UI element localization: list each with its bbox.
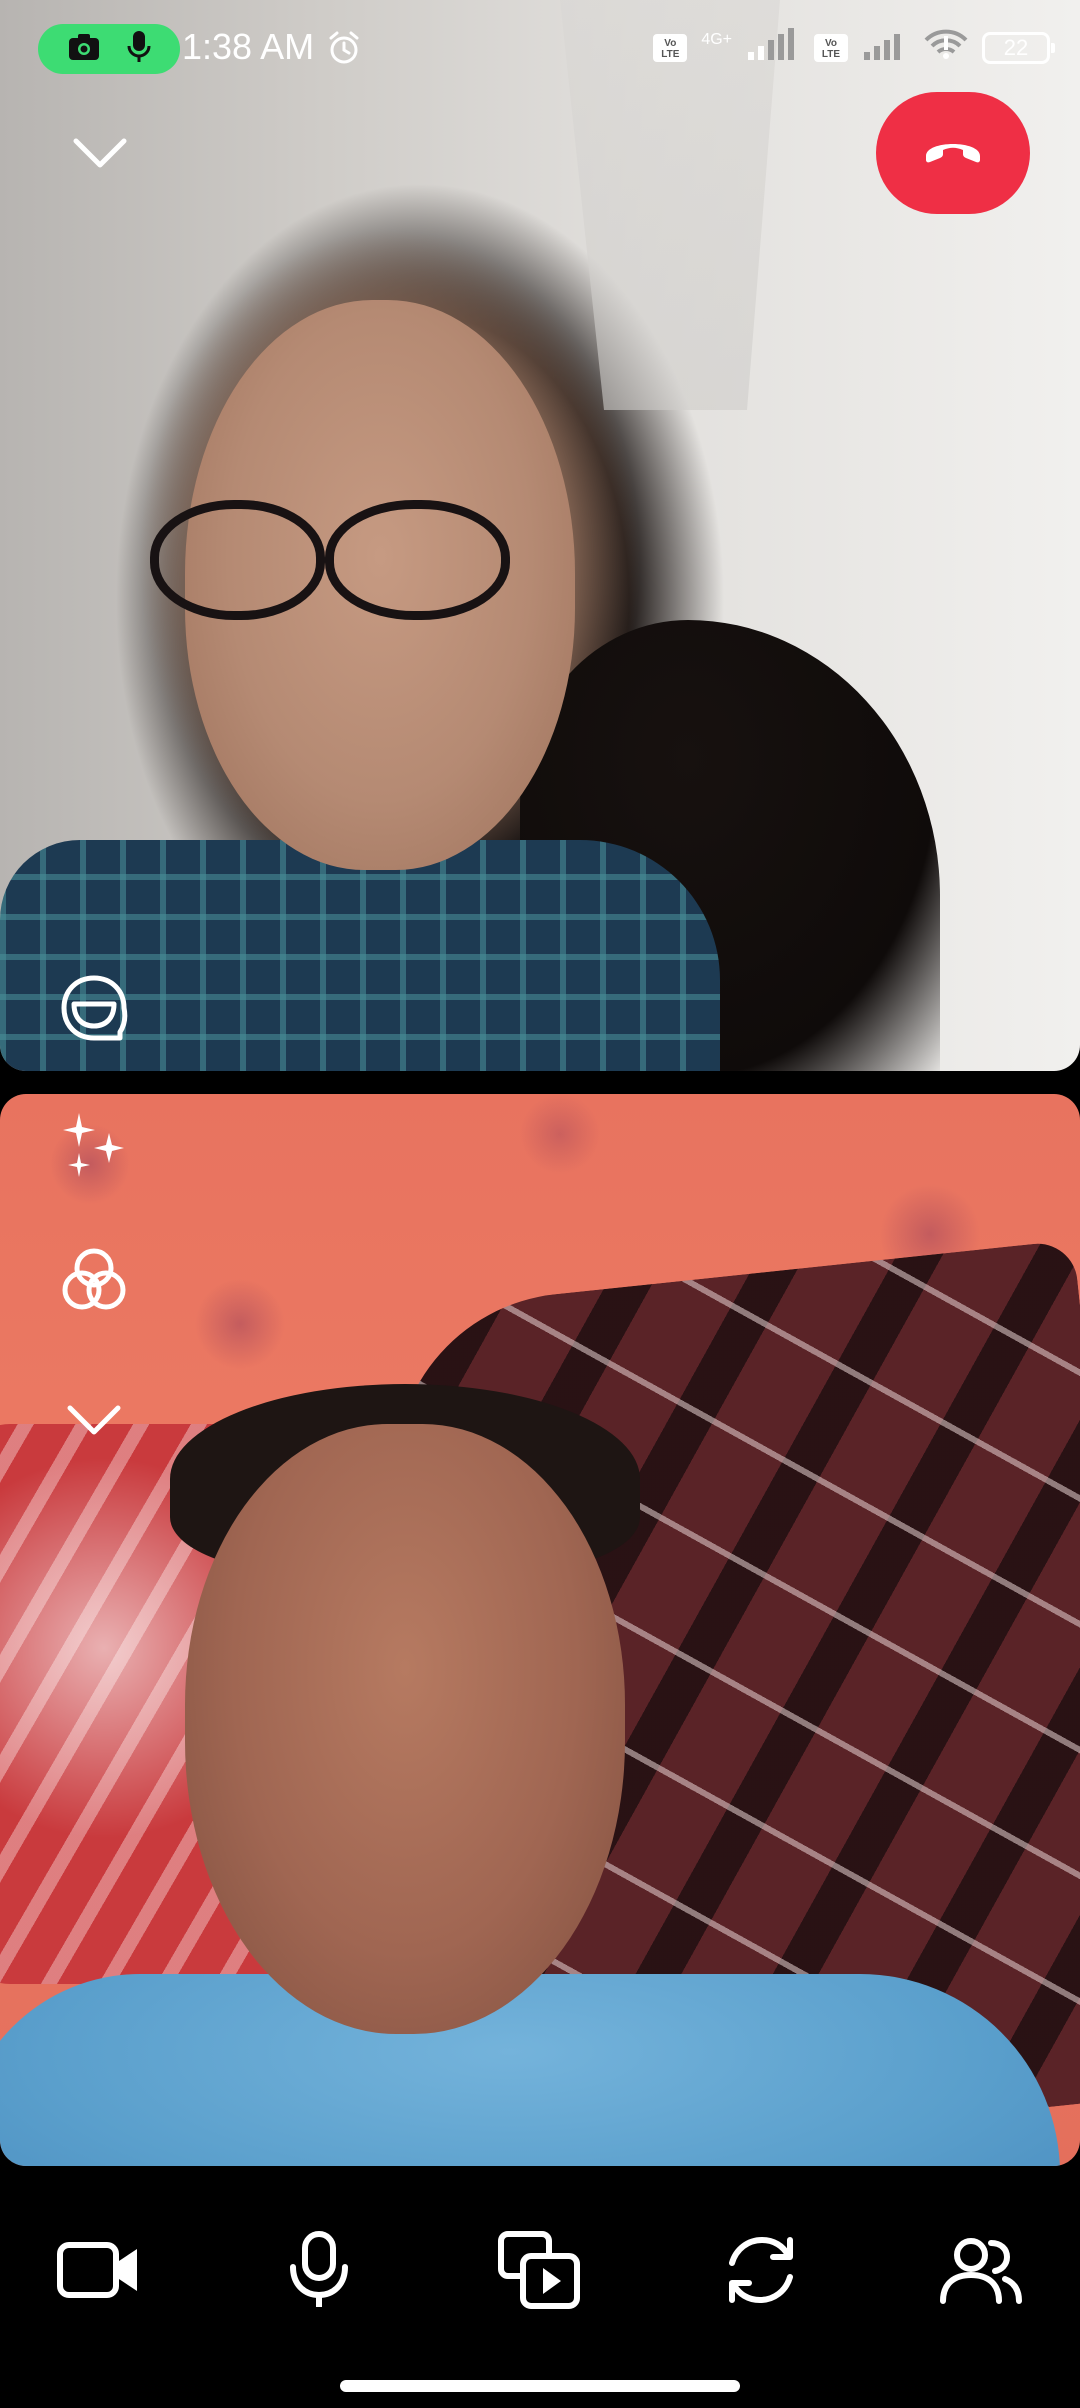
- status-icons: Vo LTE 4G+ Vo LTE 22: [653, 28, 1055, 67]
- local-video-feed[interactable]: [0, 1094, 1080, 2166]
- local-shirt: [0, 1974, 1060, 2166]
- call-toolbar: [0, 2166, 1080, 2408]
- share-media-button[interactable]: [484, 2222, 594, 2322]
- filters-button[interactable]: [52, 1240, 136, 1324]
- alarm-clock-icon: [326, 30, 362, 71]
- toggle-microphone-button[interactable]: [264, 2222, 374, 2322]
- flip-camera-button[interactable]: [706, 2222, 816, 2322]
- signal-strength-icon-2: [862, 28, 910, 67]
- camera-mic-in-use-indicator[interactable]: [38, 24, 180, 74]
- volte-badge-1: Vo LTE: [653, 33, 688, 62]
- camera-icon: [67, 32, 101, 67]
- local-face: [185, 1424, 625, 2034]
- participants-button[interactable]: [926, 2222, 1036, 2322]
- microphone-icon: [127, 30, 151, 69]
- status-time: 1:38 AM: [182, 26, 315, 67]
- video-camera-icon: [57, 2239, 141, 2306]
- volte-badge-2: Vo LTE: [814, 33, 848, 62]
- wifi-icon: [924, 28, 968, 67]
- flip-camera-icon: [722, 2231, 800, 2314]
- media-share-icon: [497, 2230, 581, 2315]
- toggle-camera-button[interactable]: [44, 2222, 154, 2322]
- more-tools-button[interactable]: [52, 1380, 136, 1464]
- status-bar: 1:38 AM Vo LTE 4G+ Vo LTE 22: [0, 0, 1080, 100]
- sparkle-effects-button[interactable]: [52, 1104, 136, 1188]
- microphone-icon: [288, 2230, 350, 2314]
- home-indicator[interactable]: [340, 2380, 740, 2392]
- glasses-left: [150, 500, 325, 620]
- signal-strength-icon: [746, 28, 800, 67]
- network-type: 4G+: [701, 30, 732, 48]
- phone-hangup-icon: [922, 136, 984, 171]
- participants-icon: [939, 2235, 1023, 2310]
- end-call-button[interactable]: [876, 92, 1030, 214]
- sparkle-icon: [59, 1109, 129, 1184]
- face-effects-button[interactable]: [52, 968, 136, 1052]
- chevron-down-icon: [73, 138, 127, 173]
- filters-icon: [58, 1244, 130, 1321]
- face-effects-icon: [58, 972, 130, 1049]
- glasses-right: [325, 500, 510, 620]
- battery-indicator: 22: [982, 31, 1055, 64]
- minimize-call-button[interactable]: [60, 120, 140, 190]
- chevron-down-icon: [67, 1405, 121, 1440]
